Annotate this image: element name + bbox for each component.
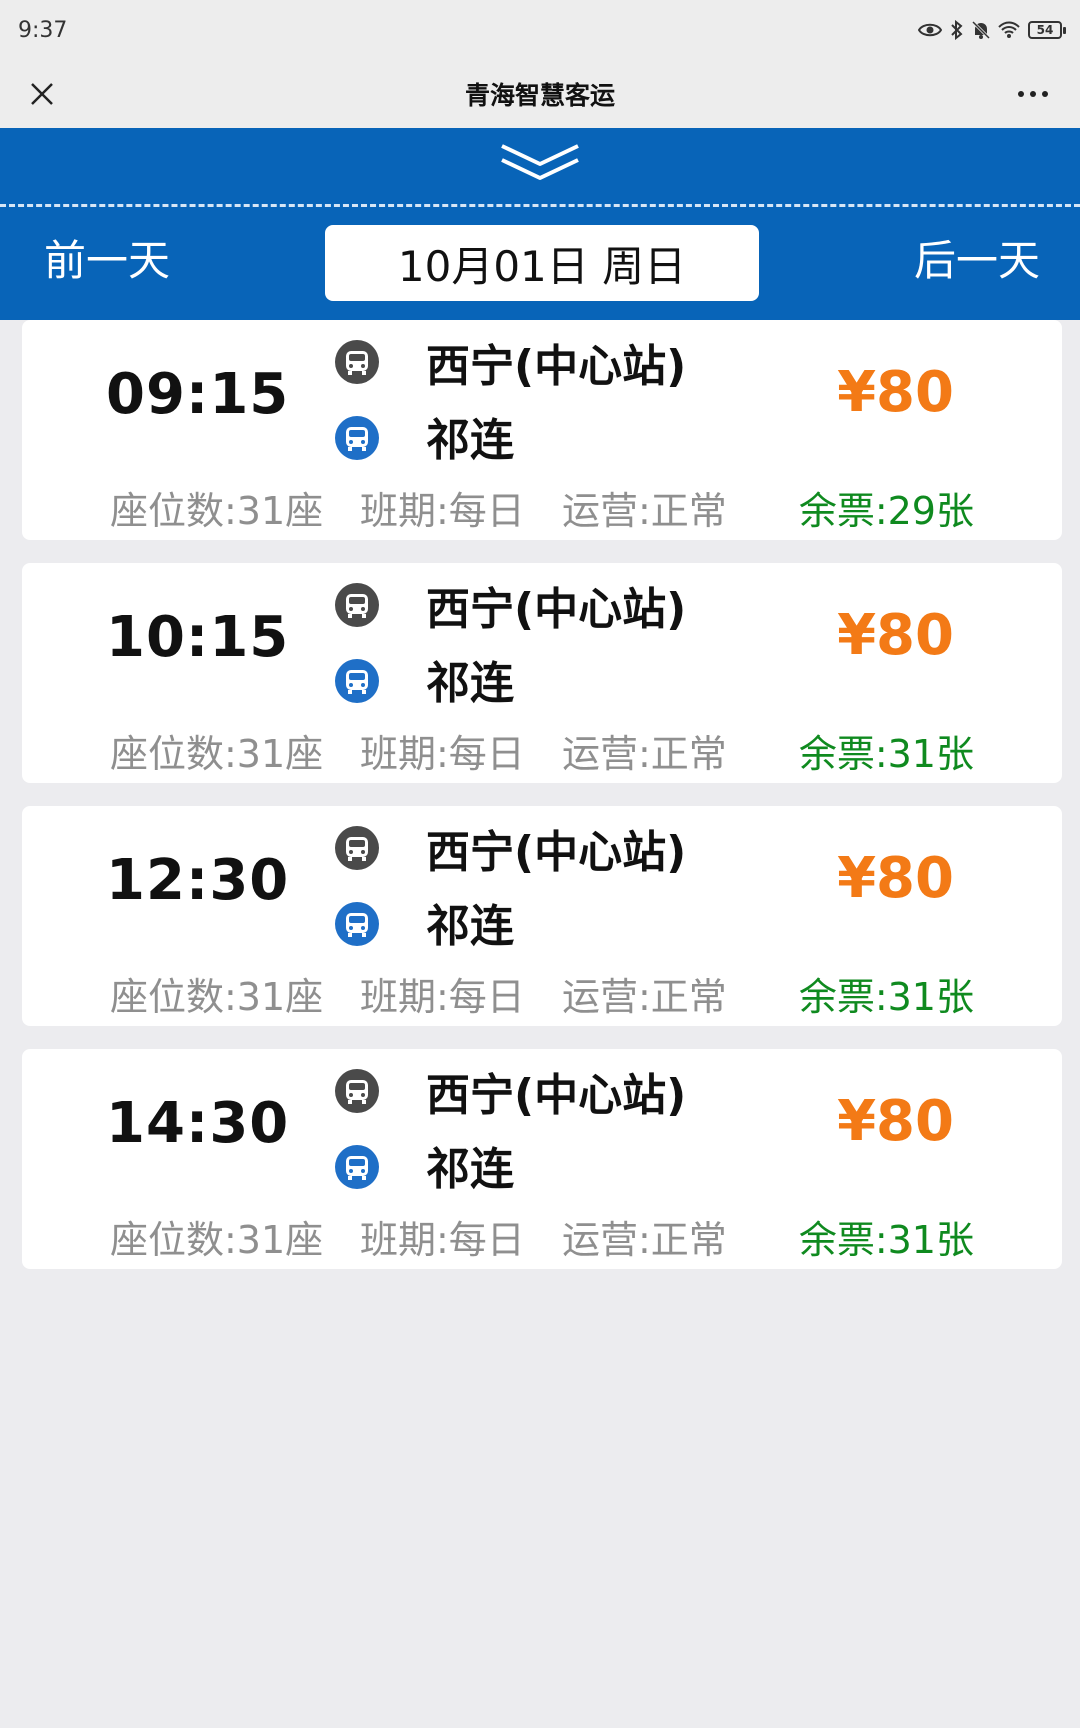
bus-gray-icon <box>335 583 379 627</box>
trip-card[interactable]: 14:30 西宁(中心站) 祁连 ¥80 座位数:31座 班期:每日 运营:正常… <box>22 1049 1062 1269</box>
departure-time: 14:30 <box>106 1091 290 1156</box>
bus-gray-icon <box>335 340 379 384</box>
trip-card[interactable]: 12:30 西宁(中心站) 祁连 ¥80 座位数:31座 班期:每日 运营:正常… <box>22 806 1062 1026</box>
ticket-price: ¥80 <box>837 846 954 911</box>
ticket-price: ¥80 <box>837 1089 954 1154</box>
bus-blue-icon <box>335 416 379 460</box>
departure-time: 09:15 <box>106 362 290 427</box>
status-bar: 9:37 54 <box>0 0 1080 60</box>
origin-station: 西宁(中心站) <box>426 1070 687 1121</box>
eye-icon <box>918 23 942 37</box>
bus-gray-icon <box>335 1069 379 1113</box>
page-title: 青海智慧客运 <box>464 81 615 110</box>
destination-station: 祁连 <box>426 415 514 466</box>
title-bar: 青海智慧客运 <box>0 60 1080 128</box>
dashed-divider <box>0 204 1080 207</box>
remaining-tickets: 余票:31张 <box>798 732 974 776</box>
status-icons: 54 <box>918 20 1066 40</box>
destination-station: 祁连 <box>426 1144 514 1195</box>
more-icon-dot <box>1018 91 1024 97</box>
wifi-icon <box>998 21 1020 38</box>
schedule: 班期:每日 <box>360 732 525 776</box>
mute-icon <box>972 20 990 40</box>
seat-count: 座位数:31座 <box>110 1218 324 1262</box>
bus-gray-icon <box>335 826 379 870</box>
schedule: 班期:每日 <box>360 1218 525 1262</box>
schedule: 班期:每日 <box>360 489 525 533</box>
remaining-tickets: 余票:29张 <box>798 489 974 533</box>
date-label: 10月01日 周日 <box>397 241 687 291</box>
trip-card[interactable]: 10:15 西宁(中心站) 祁连 ¥80 座位数:31座 班期:每日 运营:正常… <box>22 563 1062 783</box>
chevron-double-down-icon[interactable] <box>490 136 590 192</box>
operation-status: 运营:正常 <box>562 1218 727 1262</box>
ticket-price: ¥80 <box>837 603 954 668</box>
schedule: 班期:每日 <box>360 975 525 1019</box>
battery-level: 54 <box>1036 23 1054 37</box>
bus-blue-icon <box>335 902 379 946</box>
seat-count: 座位数:31座 <box>110 975 324 1019</box>
origin-station: 西宁(中心站) <box>426 827 687 878</box>
trip-card[interactable]: 09:15 西宁(中心站) 祁连 ¥80 座位数:31座 班期:每日 运营:正常… <box>22 320 1062 540</box>
close-button[interactable] <box>22 74 62 114</box>
remaining-tickets: 余票:31张 <box>798 975 974 1019</box>
more-icon-dot <box>1030 91 1036 97</box>
bus-blue-icon <box>335 659 379 703</box>
previous-day-button[interactable]: 前一天 <box>44 236 170 286</box>
seat-count: 座位数:31座 <box>110 732 324 776</box>
ticket-price: ¥80 <box>837 360 954 425</box>
close-icon <box>31 83 53 105</box>
more-icon-dot <box>1042 91 1048 97</box>
status-time: 9:37 <box>18 17 68 43</box>
bluetooth-icon <box>951 20 963 40</box>
destination-station: 祁连 <box>426 901 514 952</box>
departure-time: 10:15 <box>106 605 290 670</box>
battery-icon: 54 <box>1028 21 1066 39</box>
trip-list: 09:15 西宁(中心站) 祁连 ¥80 座位数:31座 班期:每日 运营:正常… <box>22 320 1062 1292</box>
seat-count: 座位数:31座 <box>110 489 324 533</box>
origin-station: 西宁(中心站) <box>426 584 687 635</box>
bus-blue-icon <box>335 1145 379 1189</box>
destination-station: 祁连 <box>426 658 514 709</box>
departure-time: 12:30 <box>106 848 290 913</box>
operation-status: 运营:正常 <box>562 489 727 533</box>
operation-status: 运营:正常 <box>562 732 727 776</box>
more-button[interactable] <box>1008 74 1058 114</box>
date-nav-header: 前一天 10月01日 周日 后一天 <box>0 128 1080 320</box>
operation-status: 运营:正常 <box>562 975 727 1019</box>
remaining-tickets: 余票:31张 <box>798 1218 974 1262</box>
date-selector[interactable]: 10月01日 周日 <box>325 225 759 301</box>
origin-station: 西宁(中心站) <box>426 341 687 392</box>
next-day-button[interactable]: 后一天 <box>914 236 1040 286</box>
